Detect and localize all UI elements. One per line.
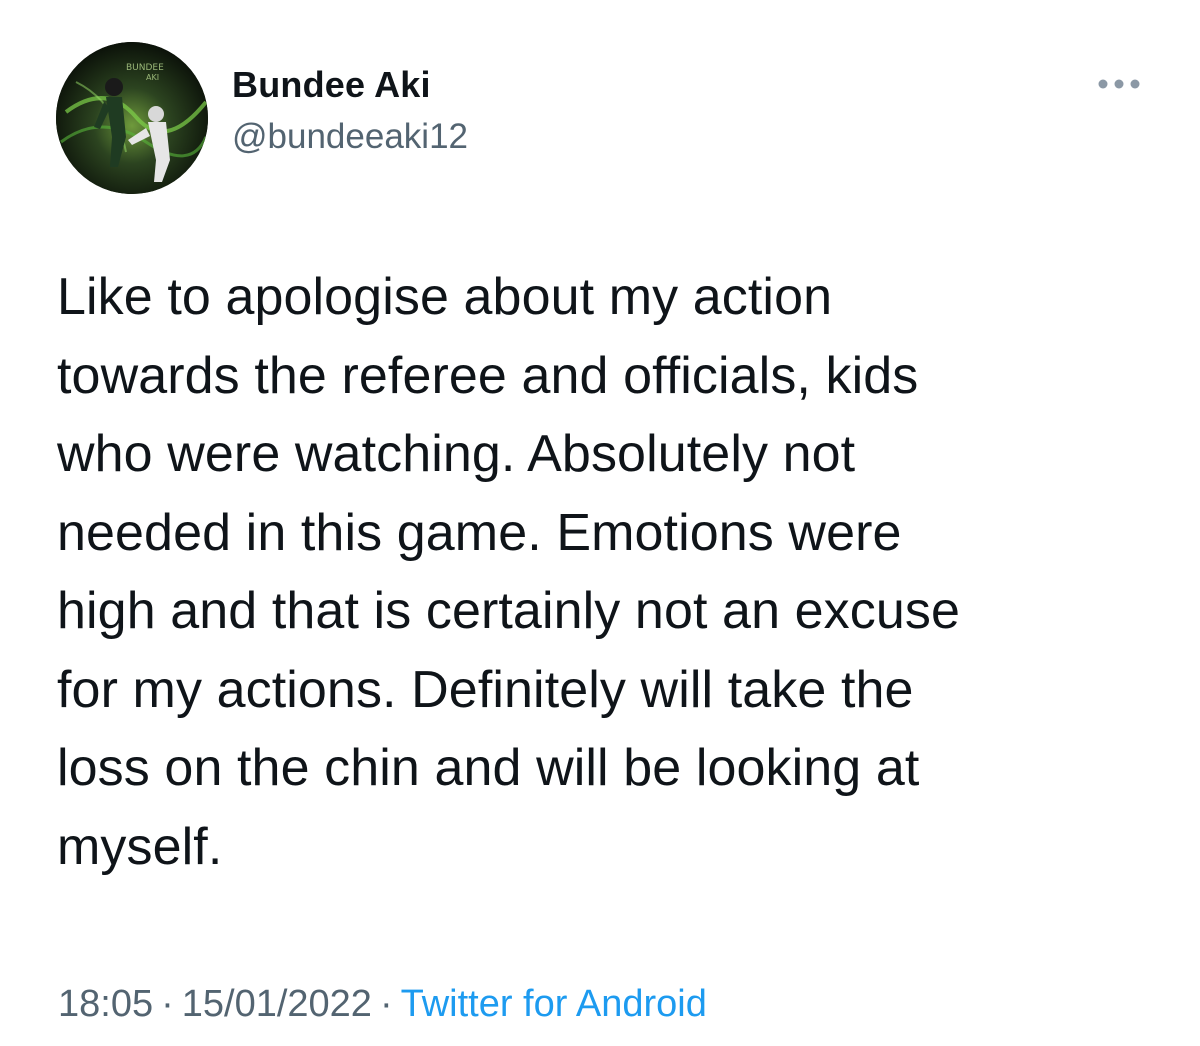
meta-separator: · [379, 983, 393, 1025]
svg-text:BUNDEE: BUNDEE [126, 63, 164, 73]
tweet-text-line: high and that is certainly not an excuse [57, 582, 961, 640]
tweet-source-link[interactable]: Twitter for Android [401, 983, 707, 1025]
avatar-photo: BUNDEE AKI [56, 42, 208, 194]
avatar[interactable]: BUNDEE AKI [56, 42, 208, 194]
tweet-time[interactable]: 18:05 [58, 983, 153, 1025]
svg-text:AKI: AKI [146, 73, 159, 82]
display-name[interactable]: Bundee Aki [232, 60, 468, 110]
meta-separator: · [161, 983, 174, 1025]
user-block: Bundee Aki @bundeeaki12 [232, 60, 468, 162]
tweet-text-line: who were watching. Absolutely not [57, 425, 856, 483]
user-handle[interactable]: @bundeeaki12 [232, 112, 468, 162]
tweet-text-line: towards the referee and officials, kids [57, 346, 919, 405]
tweet-text-line: for my actions. Definitely will take the [57, 660, 914, 719]
tweet-text-line: Like to apologise about my action [57, 268, 833, 326]
tweet-text-line: loss on the chin and will be looking at [57, 739, 920, 797]
more-options-button[interactable] [1090, 64, 1148, 104]
tweet-text: Like to apologise about my action toward… [57, 258, 1172, 886]
tweet-text-line: needed in this game. Emotions were [57, 503, 902, 562]
tweet-date[interactable]: 15/01/2022 [182, 983, 372, 1025]
tweet-text-line: myself. [57, 817, 223, 876]
tweet-meta: 18:05 · 15/01/2022 · Twitter for Android [58, 978, 707, 1030]
tweet-card: BUNDEE AKI Bundee Aki @bundeeaki12 Like … [0, 0, 1200, 1046]
more-dots-icon [1098, 79, 1140, 89]
